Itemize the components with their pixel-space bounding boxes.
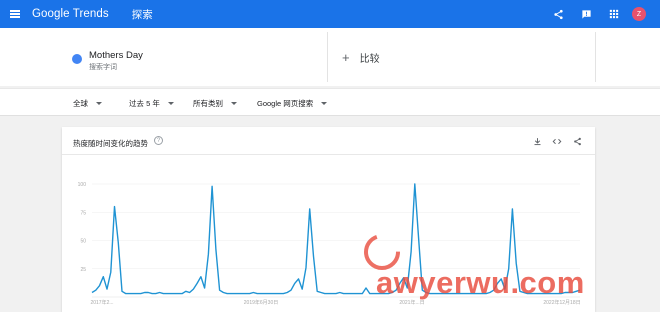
filter-search-type[interactable]: Google 网页搜索 [257,98,328,109]
add-comparison-button[interactable]: + 比较 [330,32,596,82]
term-type: 搜索字词 [89,64,117,71]
term-name: Mothers Day [89,50,143,61]
menu-icon[interactable] [0,0,30,28]
appbar-actions: Z [544,0,660,28]
y-tick-label: 25 [80,267,86,273]
y-tick-label: 50 [80,239,86,245]
y-tick-label: 75 [80,210,86,216]
dropdown-caret-icon [231,102,237,105]
filter-region-label: 全球 [73,99,88,108]
term-color-dot [72,54,82,64]
feedback-icon[interactable] [572,0,600,28]
dropdown-caret-icon [321,102,328,105]
plus-icon: + [342,49,350,65]
card-actions [527,134,587,148]
share-icon[interactable] [567,134,587,148]
share-icon[interactable] [544,0,572,28]
page-title: 探索 [131,8,153,21]
top-app-bar: Google Trends 探索 Z [0,0,660,28]
watermark-text: awyerwu.com [376,265,585,300]
help-icon[interactable]: ? [154,136,163,145]
embed-icon[interactable] [547,134,567,148]
filter-category-label: 所有类别 [193,99,223,108]
x-tick-label: 2017年2... [90,299,113,306]
apps-icon[interactable] [600,0,628,28]
search-term-card[interactable]: Mothers Day 搜索字词 [0,32,328,82]
download-icon[interactable] [527,134,547,148]
filter-bar: 全球 过去 5 年 所有类别 Google 网页搜索 [0,88,660,116]
card-title: 热度随时间变化的趋势 [73,139,148,148]
dropdown-caret-icon [167,102,174,105]
filter-time-range[interactable]: 过去 5 年 [129,98,174,109]
y-tick-label: 100 [78,182,87,188]
filter-category[interactable]: 所有类别 [193,98,237,109]
filter-region[interactable]: 全球 [73,98,102,109]
filter-search-type-label: Google 网页搜索 [257,99,314,108]
compare-bar: Mothers Day 搜索字词 + 比较 [0,28,660,86]
user-avatar[interactable]: Z [632,7,646,21]
x-tick-label: 2019年6月30日 [244,299,278,306]
add-comparison-label: 比较 [359,53,380,65]
dropdown-caret-icon [96,102,102,105]
google-trends-logo[interactable]: Google Trends [32,8,109,20]
filter-time-label: 过去 5 年 [129,99,160,108]
